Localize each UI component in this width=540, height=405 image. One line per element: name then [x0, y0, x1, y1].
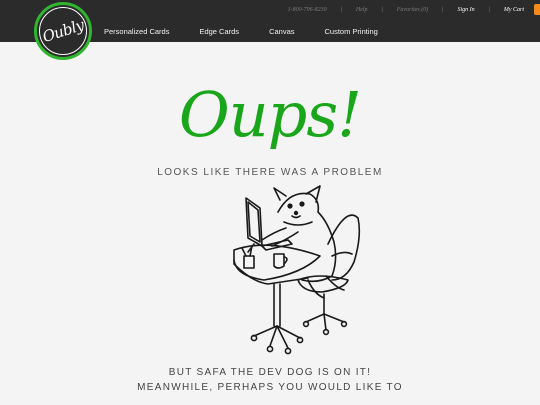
page-title: Oups!	[178, 78, 362, 151]
divider: |	[442, 7, 444, 13]
nav-edge-cards[interactable]: Edge Cards	[199, 27, 239, 36]
cart-count-badge[interactable]	[534, 4, 540, 15]
phone-number: 1-800-796-8230	[287, 7, 327, 13]
status-message: BUT SAFA THE DEV DOG IS ON IT!	[168, 367, 372, 378]
help-link[interactable]: Help	[356, 7, 368, 13]
utility-links: 1-800-796-8230 | Help | Favorites (0) | …	[288, 7, 530, 13]
divider: |	[381, 7, 383, 13]
sign-in-link[interactable]: Sign In	[457, 7, 474, 13]
my-cart-link[interactable]: My Cart	[504, 7, 524, 13]
error-message: LOOKS LIKE THERE WAS A PROBLEM	[157, 167, 383, 178]
divider: |	[488, 7, 490, 13]
nav-personalized-cards[interactable]: Personalized Cards	[104, 27, 169, 36]
nav-canvas[interactable]: Canvas	[269, 27, 294, 36]
dog-at-computer-illustration	[233, 185, 361, 355]
nav-custom-printing[interactable]: Custom Printing	[325, 27, 378, 36]
logo-ring: Oubly	[39, 7, 87, 55]
suggestion-message: MEANWHILE, PERHAPS YOU WOULD LIKE TO	[137, 382, 403, 393]
logo-wordmark: Oubly	[40, 15, 86, 47]
divider: |	[340, 7, 342, 13]
favorites-link[interactable]: Favorites (0)	[397, 7, 429, 13]
main-nav: Personalized Cards Edge Cards Canvas Cus…	[104, 27, 408, 36]
site-logo[interactable]: Oubly	[34, 2, 92, 60]
